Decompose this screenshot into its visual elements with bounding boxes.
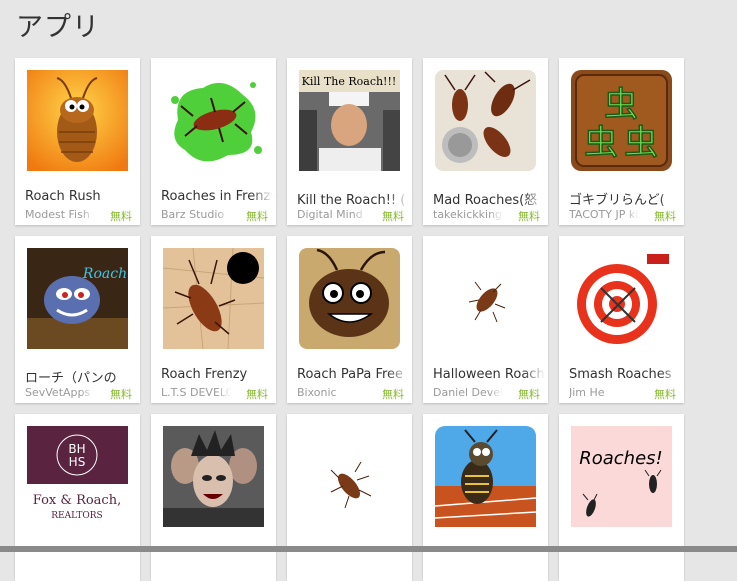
mad-roaches-icon[interactable] <box>435 70 536 171</box>
app-title[interactable]: ローチ（パンの <box>25 367 137 386</box>
bhhs-logo-text-2: HS <box>69 455 86 469</box>
band-photo-icon[interactable] <box>163 426 264 527</box>
app-title[interactable]: Roach Rush <box>25 189 137 204</box>
smash-roaches-icon[interactable] <box>571 248 672 349</box>
realtors-text: REALTORS <box>51 511 102 521</box>
page-title: アプリ <box>16 12 100 43</box>
app-title[interactable]: Mad Roaches(怒 <box>433 189 545 208</box>
app-developer[interactable]: Bixonic <box>297 386 367 399</box>
svg-text:Kill The Roach!!!: Kill The Roach!!! <box>302 75 397 88</box>
app-title[interactable]: Halloween Roach <box>433 367 545 382</box>
bhhs-logo-text-1: BH <box>68 442 85 456</box>
app-card[interactable]: Roaches in Frenzy Barz Studio 無料 <box>151 58 276 225</box>
svg-text:虫: 虫 <box>604 85 638 125</box>
app-card[interactable] <box>423 414 548 581</box>
app-price: 無料 <box>518 210 540 223</box>
app-card[interactable]: Mad Roaches(怒 takekickking 無料 <box>423 58 548 225</box>
app-developer[interactable]: takekickking <box>433 208 503 221</box>
fox-roach-text: Fox & Roach, <box>33 493 121 508</box>
bottom-scroll-shadow <box>0 546 737 552</box>
app-title[interactable]: Roach Frenzy <box>161 367 273 382</box>
svg-text:Roach: Roach <box>82 266 127 282</box>
app-card[interactable]: Roach Rush Modest Fish 無料 <box>15 58 140 225</box>
app-card[interactable] <box>287 414 412 581</box>
app-title[interactable]: Roach PaPa Free <box>297 367 409 382</box>
app-price: 無料 <box>654 388 676 401</box>
app-card[interactable]: BH HS Fox & Roach, REALTORS <box>15 414 140 581</box>
roach-frenzy-icon[interactable] <box>163 248 264 349</box>
cartoon-bug-icon[interactable] <box>435 426 536 527</box>
app-title[interactable]: Smash Roaches <box>569 367 681 382</box>
app-developer[interactable]: Jim He <box>569 386 639 399</box>
app-developer[interactable]: L.T.S DEVELOPER <box>161 386 231 399</box>
app-title[interactable]: ゴキブリらんど( <box>569 189 681 208</box>
app-price: 無料 <box>518 388 540 401</box>
app-developer[interactable]: Digital Mind <box>297 208 367 221</box>
app-title[interactable]: Roaches in Frenzy <box>161 189 273 204</box>
mushi-kanji-icon[interactable]: 虫 虫 虫 <box>571 70 672 171</box>
roach-papa-icon[interactable] <box>299 248 400 349</box>
app-price: 無料 <box>246 388 268 401</box>
roaches-text-icon[interactable]: Roaches! <box>571 426 672 527</box>
app-developer[interactable]: Barz Studio <box>161 208 231 221</box>
roaches-text: Roaches! <box>579 448 663 469</box>
app-developer[interactable]: Daniel Developer <box>433 386 503 399</box>
app-price: 無料 <box>110 388 132 401</box>
app-card[interactable] <box>151 414 276 581</box>
cockroach-icon[interactable] <box>299 426 400 527</box>
svg-text:虫: 虫 <box>584 123 618 163</box>
app-card[interactable]: Roaches! <box>559 414 684 581</box>
app-card[interactable]: Kill The Roach!!! Kill the Roach!! (ゴキブリ… <box>287 58 412 225</box>
app-price: 無料 <box>110 210 132 223</box>
app-card[interactable]: Smash Roaches Jim He 無料 <box>559 236 684 403</box>
roach-cartoon-icon[interactable]: Roach <box>27 248 128 349</box>
app-developer[interactable]: TACOTY JP kin <box>569 208 639 221</box>
app-developer[interactable]: SevVetApps <box>25 386 95 399</box>
roach-rush-icon[interactable] <box>27 70 128 171</box>
app-price: 無料 <box>382 210 404 223</box>
app-price: 無料 <box>246 210 268 223</box>
app-card[interactable]: 虫 虫 虫 ゴキブリらんど( TACOTY JP kin 無料 <box>559 58 684 225</box>
halloween-roach-icon[interactable] <box>435 248 536 349</box>
app-title[interactable]: Kill the Roach!! (ゴキブリ <box>297 189 409 208</box>
app-card[interactable]: Halloween Roach Daniel Developer 無料 <box>423 236 548 403</box>
svg-text:虫: 虫 <box>624 123 658 163</box>
bhhs-logo-icon[interactable]: BH HS Fox & Roach, REALTORS <box>27 426 128 527</box>
app-card[interactable]: Roach PaPa Free Bixonic 無料 <box>287 236 412 403</box>
app-price: 無料 <box>654 210 676 223</box>
app-price: 無料 <box>382 388 404 401</box>
app-card[interactable]: Roach Frenzy L.T.S DEVELOPER 無料 <box>151 236 276 403</box>
roaches-in-frenzy-icon[interactable] <box>163 70 264 171</box>
app-developer[interactable]: Modest Fish <box>25 208 95 221</box>
kill-the-roach-icon[interactable]: Kill The Roach!!! <box>299 70 400 171</box>
app-card[interactable]: Roach ローチ（パンの SevVetApps 無料 <box>15 236 140 403</box>
